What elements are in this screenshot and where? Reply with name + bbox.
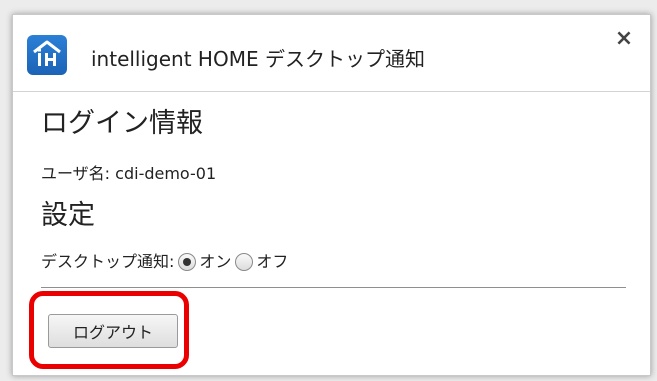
radio-on-label[interactable]: オン xyxy=(199,251,231,273)
radio-off[interactable] xyxy=(235,253,254,271)
username-label: ユーザ名: xyxy=(41,164,111,183)
username-row: ユーザ名: cdi-demo-01 xyxy=(41,163,631,185)
radio-off-label[interactable]: オフ xyxy=(256,251,288,273)
desktop-notification-popup: intelligent HOME デスクトップ通知 × ログイン情報 ユーザ名:… xyxy=(12,14,651,376)
close-icon[interactable]: × xyxy=(614,28,634,50)
logout-button[interactable]: ログアウト xyxy=(48,314,178,348)
notification-setting-row: デスクトップ通知: オン オフ xyxy=(41,251,631,273)
logout-highlight-box: ログアウト xyxy=(29,291,189,369)
house-glyph xyxy=(33,40,61,66)
username-value: cdi-demo-01 xyxy=(115,164,217,183)
popup-content: ログイン情報 ユーザ名: cdi-demo-01 設定 デスクトップ通知: オン… xyxy=(41,107,631,288)
popup-header: intelligent HOME デスクトップ通知 × xyxy=(13,15,650,92)
divider xyxy=(41,287,626,288)
settings-heading: 設定 xyxy=(41,200,95,231)
window-title: intelligent HOME デスクトップ通知 xyxy=(91,47,425,71)
login-info-heading: ログイン情報 xyxy=(41,108,203,139)
ih-logo-icon xyxy=(27,35,67,75)
radio-on[interactable] xyxy=(178,253,197,271)
notification-label: デスクトップ通知: xyxy=(41,252,175,271)
